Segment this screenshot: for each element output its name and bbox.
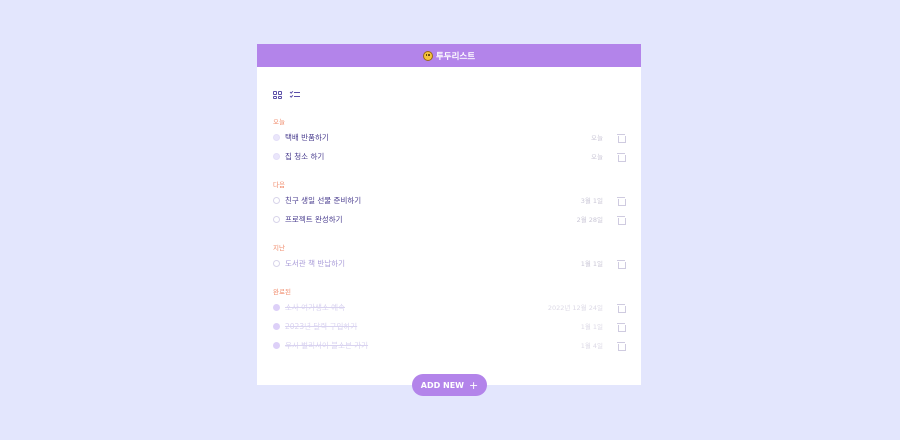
todo-label[interactable]: 친구 생일 선물 준비하기 xyxy=(285,195,581,206)
todo-checkbox[interactable] xyxy=(273,152,280,160)
todo-date: 1월 1일 xyxy=(580,260,603,268)
todo-checkbox[interactable] xyxy=(273,322,280,330)
todo-header: 투두리스트 xyxy=(257,44,641,67)
smiley-icon xyxy=(422,50,433,61)
grid-view-icon[interactable] xyxy=(273,91,282,99)
todo-checkbox[interactable] xyxy=(273,259,280,267)
todo-date: 2월 28일 xyxy=(576,216,603,224)
todo-label[interactable]: 소사 여가생소 예속 xyxy=(285,302,548,313)
section-title-completed: 완료된 xyxy=(273,288,291,296)
trash-icon[interactable] xyxy=(617,259,626,269)
trash-icon[interactable] xyxy=(617,341,626,351)
trash-icon[interactable] xyxy=(617,196,626,206)
plus-icon: + xyxy=(469,378,479,392)
todo-item: 도서관 책 반납하기 1월 1일 xyxy=(273,256,626,270)
todo-date: 2022년 12월 24일 xyxy=(547,304,603,312)
view-toggles xyxy=(273,90,300,99)
section-title-upcoming: 다음 xyxy=(273,181,285,189)
todo-date: 1월 4일 xyxy=(580,342,603,350)
todo-item: 친구 생일 선물 준비하기 3월 1일 xyxy=(273,193,626,207)
todo-label[interactable]: 프로젝트 완성하기 xyxy=(285,214,577,225)
trash-icon[interactable] xyxy=(617,215,626,225)
todo-label[interactable]: 집 청소 하기 xyxy=(285,151,591,162)
section-title-today: 오늘 xyxy=(273,118,285,126)
add-new-button[interactable]: ADD NEW + xyxy=(412,374,487,396)
todo-checkbox[interactable] xyxy=(273,303,280,311)
todo-item: 집 청소 하기 오늘 xyxy=(273,149,626,163)
todo-card: 투두리스트 오늘 택배 반품하기 오늘 집 청소 하기 오늘 다음 친구 생일 … xyxy=(257,44,641,385)
trash-icon[interactable] xyxy=(617,303,626,313)
todo-item: 택배 반품하기 오늘 xyxy=(273,130,626,144)
todo-checkbox[interactable] xyxy=(273,133,280,141)
todo-label[interactable]: 2023년 달력 구입하기 xyxy=(285,321,581,332)
add-new-label: ADD NEW xyxy=(420,380,465,390)
todo-date: 오늘 xyxy=(591,134,603,142)
todo-checkbox[interactable] xyxy=(273,341,280,349)
checklist-view-icon[interactable] xyxy=(289,90,300,99)
todo-label[interactable]: 도서관 책 반납하기 xyxy=(285,258,581,269)
todo-label[interactable]: 우시 벌리서이 불소본 가기 xyxy=(285,340,581,351)
trash-icon[interactable] xyxy=(617,322,626,332)
trash-icon[interactable] xyxy=(617,133,626,143)
todo-date: 1월 1일 xyxy=(580,323,603,331)
section-title-past: 지난 xyxy=(273,244,285,252)
todo-checkbox[interactable] xyxy=(273,215,280,223)
todo-item: 프로젝트 완성하기 2월 28일 xyxy=(273,212,626,226)
app-title: 투두리스트 xyxy=(435,51,476,62)
todo-label[interactable]: 택배 반품하기 xyxy=(285,132,591,143)
todo-checkbox[interactable] xyxy=(273,196,280,204)
todo-date: 오늘 xyxy=(591,153,603,161)
todo-item: 2023년 달력 구입하기 1월 1일 xyxy=(273,319,626,333)
todo-item: 소사 여가생소 예속 2022년 12월 24일 xyxy=(273,300,626,314)
todo-date: 3월 1일 xyxy=(580,197,603,205)
trash-icon[interactable] xyxy=(617,152,626,162)
todo-item: 우시 벌리서이 불소본 가기 1월 4일 xyxy=(273,338,626,352)
